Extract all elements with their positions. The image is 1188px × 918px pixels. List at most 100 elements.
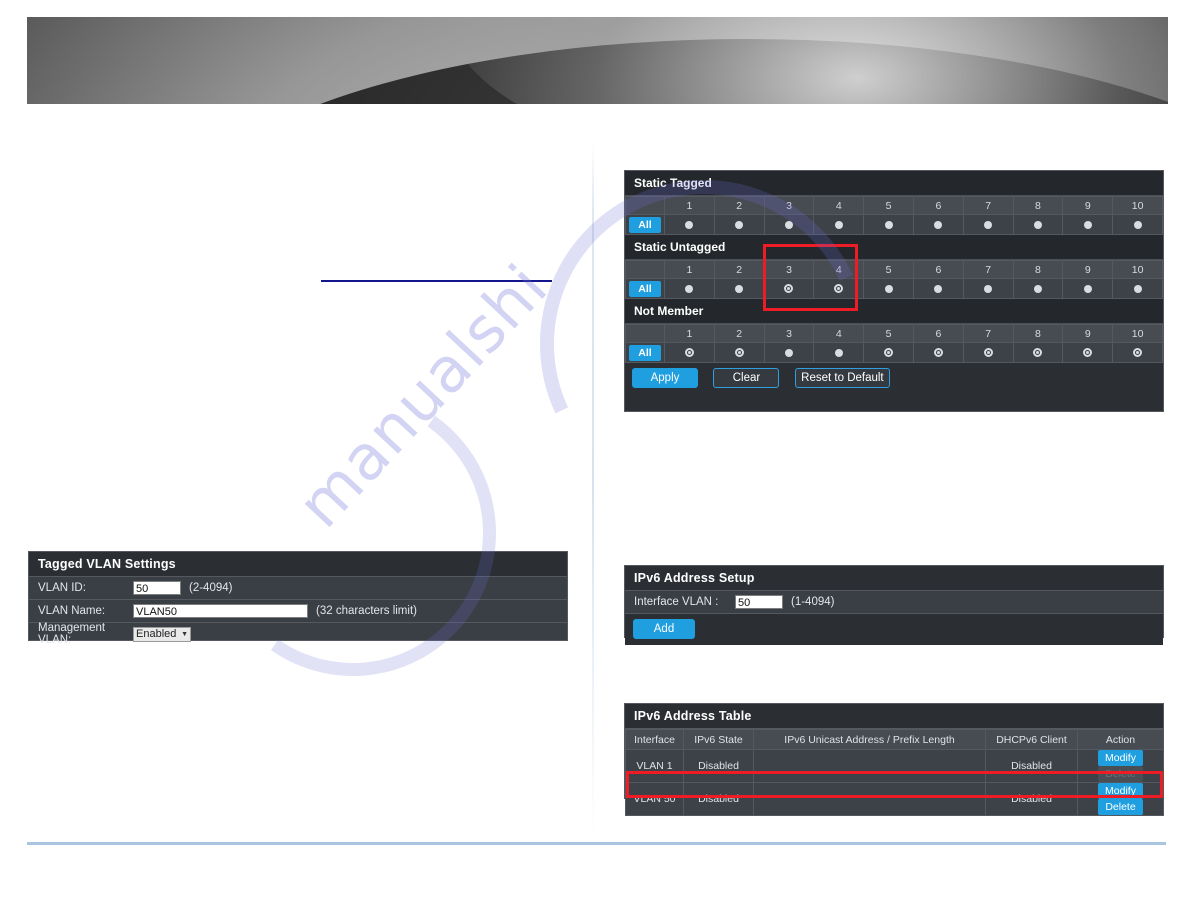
port-header-6: 6 xyxy=(912,324,964,343)
interface-vlan-row: Interface VLAN : 50 (1-4094) xyxy=(625,591,1163,614)
vlan-name-input[interactable]: VLAN50 xyxy=(133,604,308,618)
vlan-id-input[interactable]: 50 xyxy=(133,581,181,595)
port-radio-row-static-tagged: All xyxy=(625,214,1163,235)
interface-vlan-hint: (1-4094) xyxy=(791,596,835,608)
radio-cell-static-tagged-7[interactable] xyxy=(962,214,1014,235)
radio-cell-static-untagged-5[interactable] xyxy=(863,278,914,299)
port-header-2: 2 xyxy=(713,260,765,279)
radio-icon xyxy=(1033,284,1042,293)
radio-cell-static-tagged-9[interactable] xyxy=(1062,214,1114,235)
watermark-text: manualshi xyxy=(283,250,562,542)
text-underline-rule xyxy=(321,280,552,282)
interface-vlan-input[interactable]: 50 xyxy=(735,595,783,609)
section-title-not-member: Not Member xyxy=(625,299,1163,324)
radio-cell-static-untagged-3[interactable] xyxy=(763,278,815,299)
select-all-static-tagged[interactable]: All xyxy=(625,214,665,235)
select-all-not-member[interactable]: All xyxy=(625,342,665,363)
port-table-not-member: 1 2 3 4 5 6 7 8 9 10 All xyxy=(625,324,1163,363)
radio-cell-not-member-2[interactable] xyxy=(713,342,765,363)
all-button-label: All xyxy=(629,344,661,361)
cell-dhcpv6-client: Disabled xyxy=(985,749,1078,783)
column-header-action: Action xyxy=(1077,729,1164,750)
radio-cell-static-untagged-7[interactable] xyxy=(962,278,1014,299)
radio-cell-static-tagged-5[interactable] xyxy=(863,214,914,235)
radio-icon xyxy=(1033,220,1042,229)
select-all-static-untagged[interactable]: All xyxy=(625,278,665,299)
radio-icon xyxy=(1083,348,1093,358)
radio-cell-not-member-8[interactable] xyxy=(1012,342,1064,363)
radio-cell-not-member-1[interactable] xyxy=(664,342,715,363)
port-header-3: 3 xyxy=(763,260,815,279)
watermark-swirl-secondary-icon xyxy=(187,367,519,699)
delete-button[interactable]: Delete xyxy=(1098,799,1143,815)
radio-cell-static-untagged-10[interactable] xyxy=(1112,278,1163,299)
port-header-row: 1 2 3 4 5 6 7 8 9 10 xyxy=(625,324,1163,343)
modify-button[interactable]: Modify xyxy=(1098,750,1143,766)
modify-button[interactable]: Modify xyxy=(1098,783,1143,799)
all-button-label: All xyxy=(629,280,661,297)
reset-to-default-button[interactable]: Reset to Default xyxy=(794,368,890,388)
radio-cell-static-untagged-9[interactable] xyxy=(1062,278,1114,299)
cell-ipv6-state: Disabled xyxy=(683,749,754,783)
radio-icon xyxy=(1133,348,1143,358)
table-header-row: Interface IPv6 State IPv6 Unicast Addres… xyxy=(625,729,1164,750)
radio-cell-static-untagged-1[interactable] xyxy=(664,278,715,299)
radio-cell-static-tagged-2[interactable] xyxy=(713,214,765,235)
radio-cell-static-tagged-10[interactable] xyxy=(1112,214,1163,235)
port-header-7: 7 xyxy=(962,324,1014,343)
radio-cell-not-member-4[interactable] xyxy=(813,342,865,363)
radio-icon xyxy=(834,284,844,294)
port-header-spacer xyxy=(625,324,665,343)
cell-action: ModifyDelete xyxy=(1077,782,1164,816)
radio-cell-not-member-6[interactable] xyxy=(912,342,964,363)
port-table-static-tagged: 1 2 3 4 5 6 7 8 9 10 All xyxy=(625,196,1163,235)
port-radio-row-not-member: All xyxy=(625,342,1163,363)
radio-cell-not-member-5[interactable] xyxy=(863,342,914,363)
section-title-static-tagged: Static Tagged xyxy=(625,171,1163,196)
table-row: VLAN 50 Disabled Disabled ModifyDelete xyxy=(625,782,1164,816)
port-header-1: 1 xyxy=(664,260,715,279)
radio-cell-static-tagged-3[interactable] xyxy=(763,214,815,235)
radio-cell-static-tagged-6[interactable] xyxy=(912,214,964,235)
ipv6-address-table-panel: IPv6 Address Table Interface IPv6 State … xyxy=(624,703,1164,816)
radio-cell-not-member-9[interactable] xyxy=(1062,342,1114,363)
management-vlan-select[interactable]: Enabled ▼ xyxy=(133,626,191,642)
cell-interface: VLAN 1 xyxy=(625,749,684,783)
vlan-name-hint: (32 characters limit) xyxy=(316,605,417,617)
port-header-4: 4 xyxy=(813,260,865,279)
radio-cell-static-untagged-2[interactable] xyxy=(713,278,765,299)
section-title-static-untagged: Static Untagged xyxy=(625,235,1163,260)
radio-cell-not-member-3[interactable] xyxy=(763,342,815,363)
product-banner xyxy=(27,17,1168,104)
add-button[interactable]: Add xyxy=(633,619,695,639)
radio-icon xyxy=(1133,284,1142,293)
radio-cell-not-member-10[interactable] xyxy=(1112,342,1163,363)
port-header-1: 1 xyxy=(664,196,715,215)
port-header-2: 2 xyxy=(713,324,765,343)
cell-ipv6-address xyxy=(753,749,986,783)
column-header-ipv6-state: IPv6 State xyxy=(683,729,754,750)
vlan-id-label: VLAN ID: xyxy=(38,582,86,594)
radio-cell-static-untagged-6[interactable] xyxy=(912,278,964,299)
radio-cell-static-tagged-1[interactable] xyxy=(664,214,715,235)
management-vlan-selected-value: Enabled xyxy=(136,627,177,640)
radio-icon xyxy=(884,284,893,293)
radio-cell-static-untagged-8[interactable] xyxy=(1012,278,1064,299)
radio-icon xyxy=(934,220,943,229)
radio-cell-static-untagged-4[interactable] xyxy=(813,278,865,299)
clear-button[interactable]: Clear xyxy=(713,368,780,388)
apply-button[interactable]: Apply xyxy=(632,368,698,388)
vlan-id-row: VLAN ID: 50 (2-4094) xyxy=(29,577,567,600)
radio-cell-static-tagged-8[interactable] xyxy=(1012,214,1064,235)
radio-cell-static-tagged-4[interactable] xyxy=(813,214,865,235)
vlan-port-membership-panel: Static Tagged 1 2 3 4 5 6 7 8 9 10 All S… xyxy=(624,170,1164,412)
port-header-spacer xyxy=(625,196,665,215)
banner-gradient-highlight xyxy=(447,17,1168,104)
port-header-row: 1 2 3 4 5 6 7 8 9 10 xyxy=(625,260,1163,279)
radio-icon xyxy=(684,348,694,358)
ipv6-address-setup-panel: IPv6 Address Setup Interface VLAN : 50 (… xyxy=(624,565,1164,645)
radio-cell-not-member-7[interactable] xyxy=(962,342,1014,363)
port-header-4: 4 xyxy=(813,196,865,215)
radio-icon xyxy=(784,220,793,229)
port-header-4: 4 xyxy=(813,324,865,343)
